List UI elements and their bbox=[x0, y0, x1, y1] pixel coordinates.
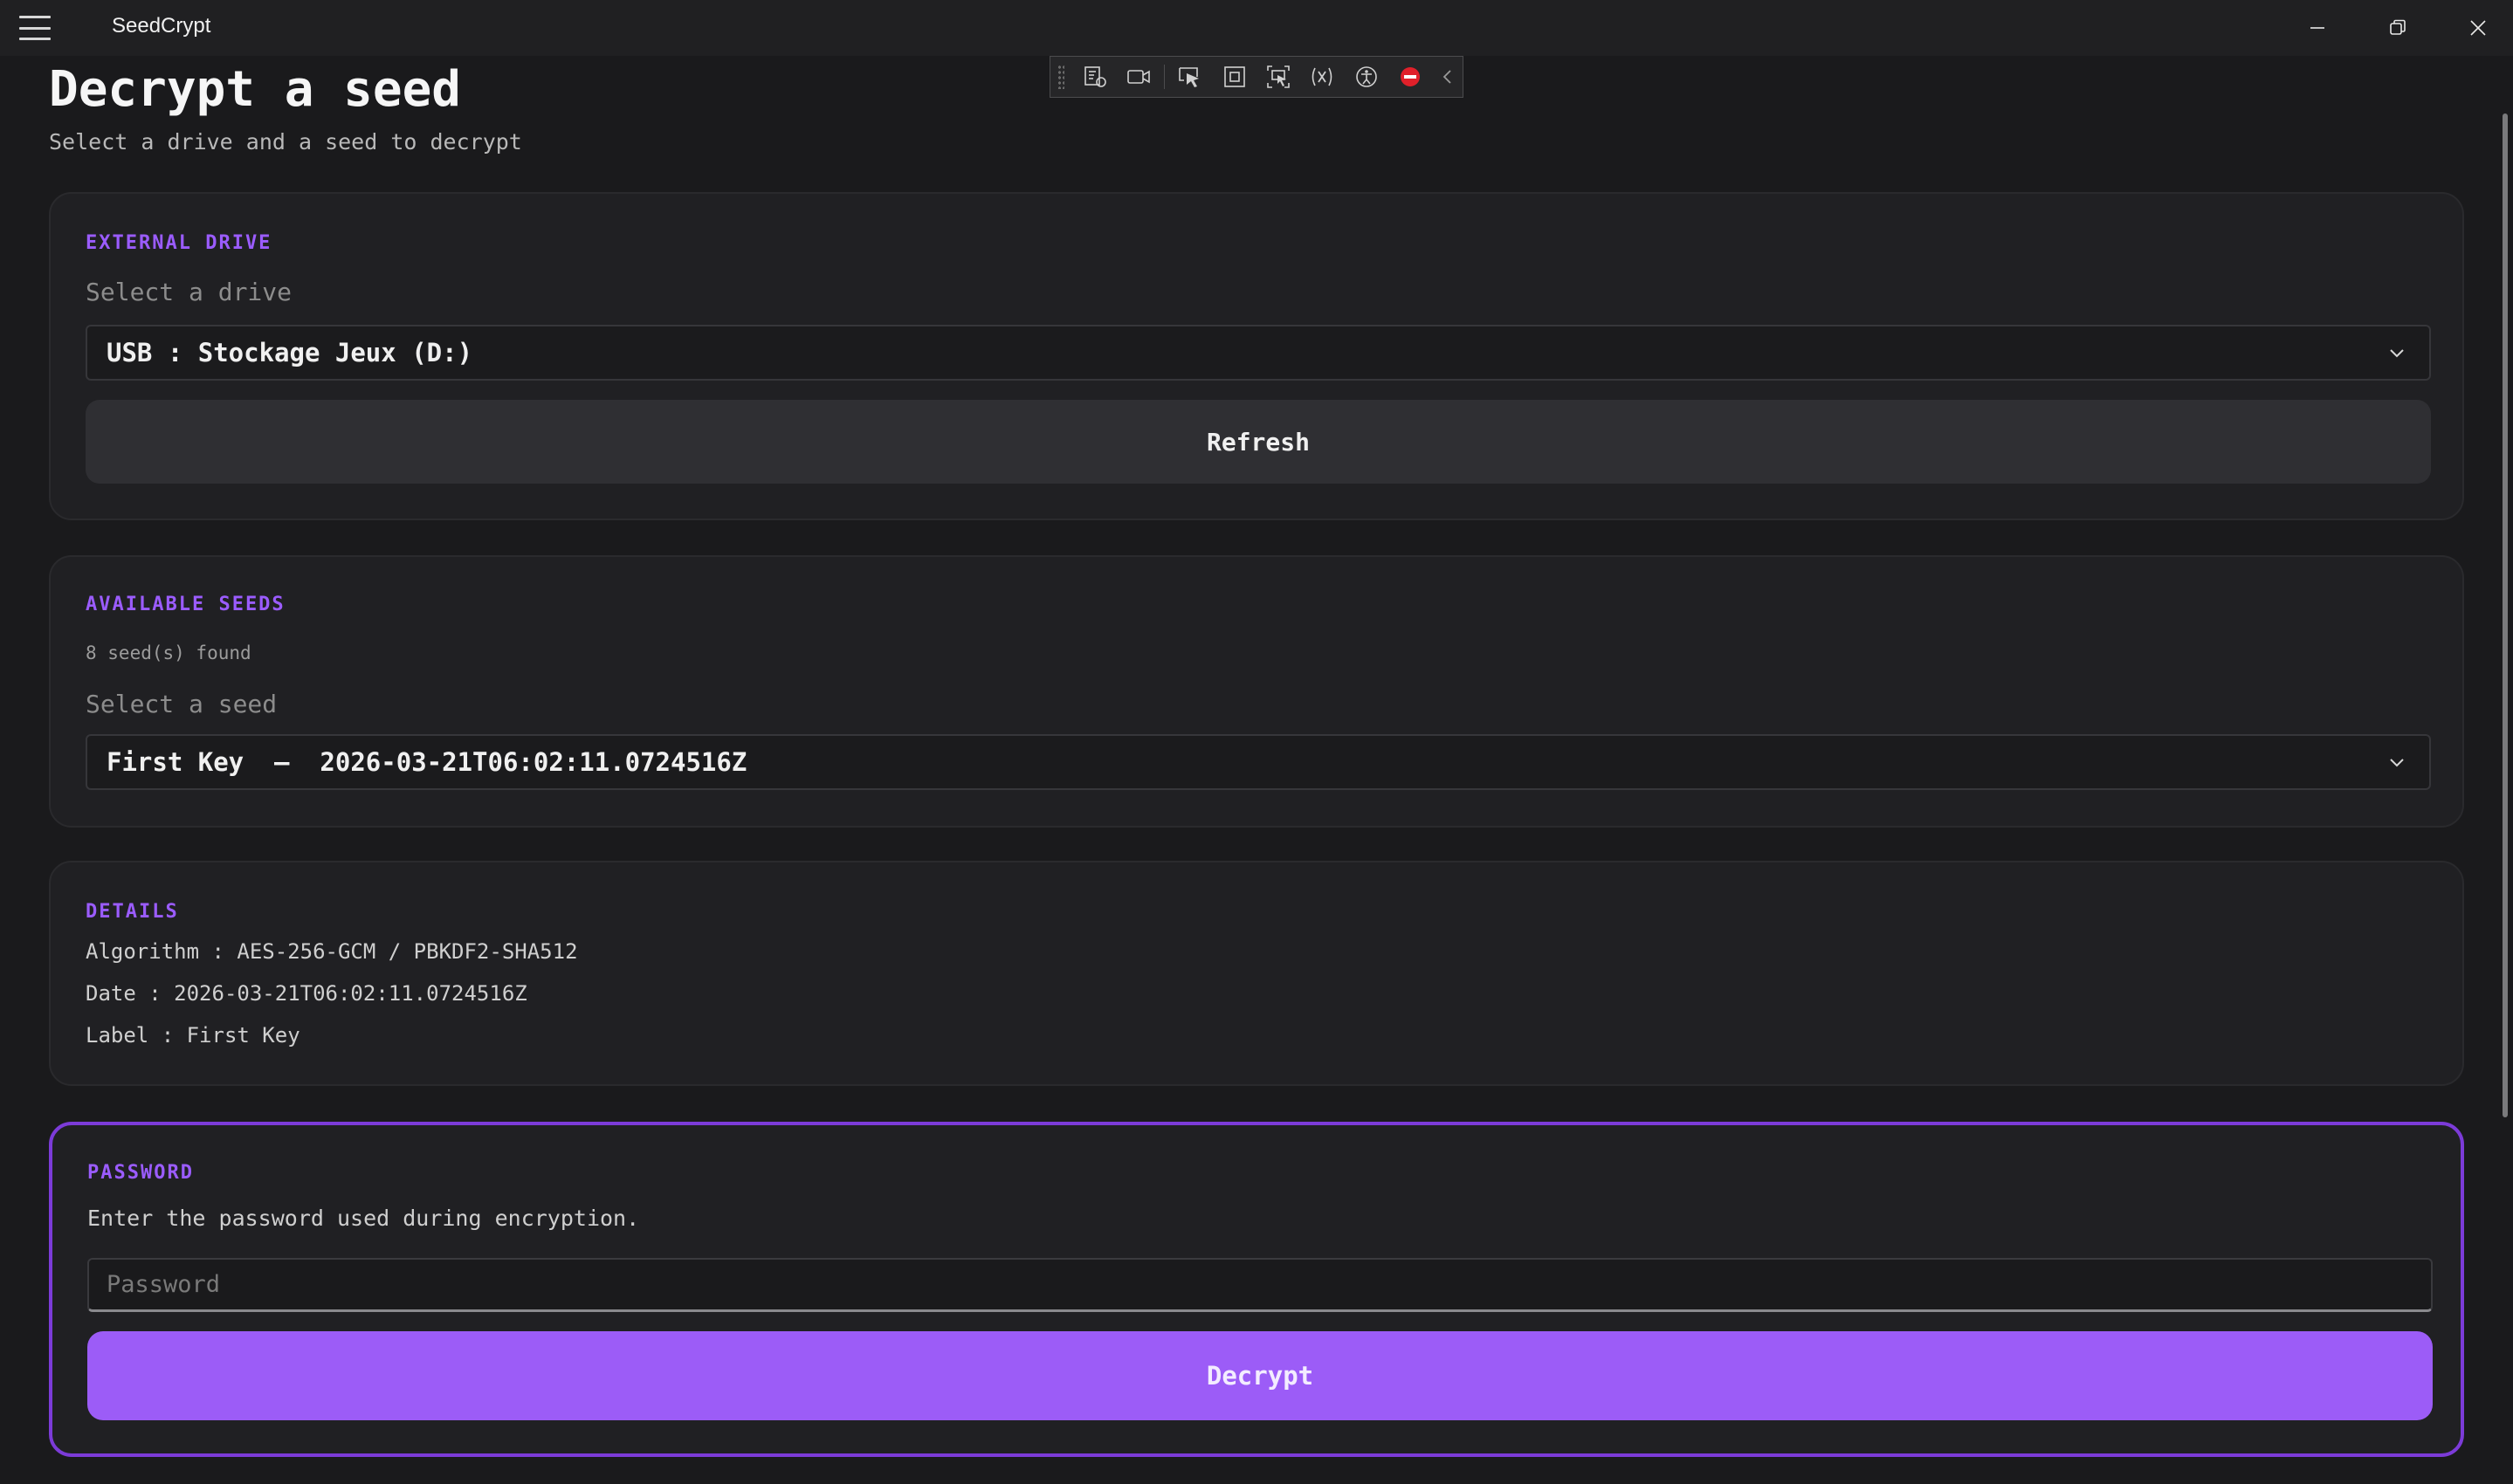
debug-toolbar bbox=[1050, 56, 1463, 98]
password-hint: Enter the password used during encryptio… bbox=[87, 1206, 640, 1231]
close-button[interactable] bbox=[2438, 0, 2513, 56]
refresh-button[interactable]: Refresh bbox=[86, 400, 2431, 484]
title-bar: SeedCrypt bbox=[0, 0, 2513, 56]
drive-select-label: Select a drive bbox=[86, 278, 293, 306]
toolbar-grip-handle[interactable] bbox=[1057, 65, 1064, 89]
display-layout-adorners-icon bbox=[1223, 66, 1245, 87]
collapse-icon bbox=[1442, 70, 1451, 84]
available-seeds-section-label: AVAILABLE SEEDS bbox=[86, 594, 286, 615]
accessibility-icon bbox=[1355, 66, 1377, 87]
chevron-down-icon bbox=[2390, 759, 2404, 767]
page-subtitle: Select a drive and a seed to decrypt bbox=[49, 129, 522, 155]
password-input[interactable] bbox=[87, 1258, 2433, 1312]
password-card: PASSWORD Enter the password used during … bbox=[49, 1122, 2464, 1457]
password-section-label: PASSWORD bbox=[87, 1162, 194, 1184]
external-drive-card: EXTERNAL DRIVE Select a drive USB : Stoc… bbox=[49, 192, 2464, 520]
seed-select[interactable]: First Key — 2026-03-21T06:02:11.0724516Z bbox=[86, 734, 2431, 790]
display-layout-adorners-button[interactable] bbox=[1213, 58, 1256, 96]
detail-label: Label : First Key bbox=[86, 1023, 300, 1048]
record-button[interactable] bbox=[1117, 58, 1160, 96]
record-icon bbox=[1127, 70, 1151, 84]
collapse-toolbar-button[interactable] bbox=[1432, 58, 1463, 96]
decrypt-button-label: Decrypt bbox=[1206, 1361, 1314, 1391]
track-focus-button[interactable] bbox=[1256, 58, 1300, 96]
vertical-scrollbar-thumb[interactable] bbox=[2503, 113, 2508, 1117]
restore-icon bbox=[2390, 19, 2406, 35]
track-focus-icon bbox=[1267, 65, 1290, 88]
chevron-down-icon bbox=[2390, 349, 2404, 358]
detail-algorithm: Algorithm : AES-256-GCM / PBKDF2-SHA512 bbox=[86, 939, 578, 964]
seed-select-value: First Key — 2026-03-21T06:02:11.0724516Z bbox=[107, 747, 747, 777]
details-section-label: DETAILS bbox=[86, 901, 179, 923]
detail-date: Date : 2026-03-21T06:02:11.0724516Z bbox=[86, 981, 527, 1006]
external-drive-section-label: EXTERNAL DRIVE bbox=[86, 232, 272, 254]
seed-select-label: Select a seed bbox=[86, 690, 278, 718]
toolbar-divider bbox=[1164, 65, 1166, 89]
seed-count-text: 8 seed(s) found bbox=[86, 642, 251, 663]
hot-reload-button[interactable] bbox=[1300, 58, 1344, 96]
select-element-icon bbox=[1179, 67, 1200, 87]
menu-icon[interactable] bbox=[19, 16, 51, 40]
page-title: Decrypt a seed bbox=[49, 61, 462, 118]
drive-select[interactable]: USB : Stockage Jeux (D:) bbox=[86, 325, 2431, 381]
restore-button[interactable] bbox=[2358, 0, 2438, 56]
stop-icon bbox=[1401, 67, 1421, 86]
hot-reload-icon bbox=[1312, 67, 1332, 86]
live-visual-tree-icon bbox=[1084, 66, 1106, 87]
drive-select-value: USB : Stockage Jeux (D:) bbox=[107, 338, 473, 368]
available-seeds-card: AVAILABLE SEEDS 8 seed(s) found Select a… bbox=[49, 555, 2464, 828]
accessibility-button[interactable] bbox=[1345, 58, 1388, 96]
minimize-button[interactable] bbox=[2277, 0, 2358, 56]
minimize-icon bbox=[2310, 27, 2324, 29]
decrypt-button[interactable]: Decrypt bbox=[87, 1331, 2433, 1420]
stop-button[interactable] bbox=[1388, 58, 1432, 96]
refresh-button-label: Refresh bbox=[1206, 427, 1310, 457]
select-element-button[interactable] bbox=[1168, 58, 1212, 96]
details-card: DETAILS Algorithm : AES-256-GCM / PBKDF2… bbox=[49, 861, 2464, 1086]
close-icon bbox=[2470, 20, 2486, 36]
live-visual-tree-button[interactable] bbox=[1073, 58, 1117, 96]
app-title: SeedCrypt bbox=[112, 14, 211, 38]
